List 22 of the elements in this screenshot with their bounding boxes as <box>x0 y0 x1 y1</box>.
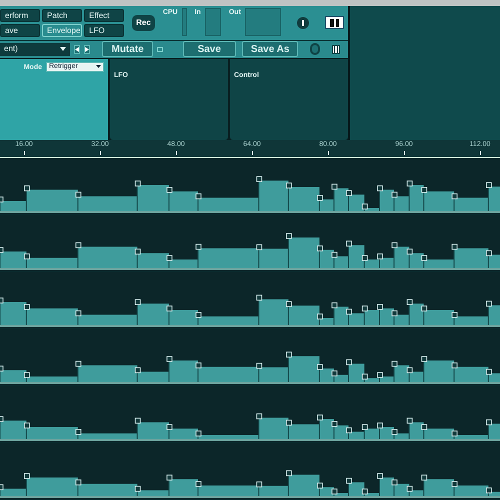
caret-icon <box>60 47 66 52</box>
level-meter <box>204 8 221 36</box>
logo-icon[interactable] <box>324 16 344 30</box>
tab[interactable]: LFO <box>84 24 124 37</box>
level-meter <box>182 8 187 36</box>
knob-icon[interactable] <box>310 43 320 56</box>
warning-icon[interactable] <box>296 16 309 29</box>
level-meter <box>244 8 281 36</box>
tab[interactable]: ave <box>0 24 40 37</box>
caret-icon <box>96 65 101 68</box>
next-button[interactable] <box>84 44 90 54</box>
tab[interactable]: Envelope <box>42 24 82 37</box>
previous-button[interactable] <box>74 44 80 54</box>
preset-dropdown[interactable]: ent) <box>0 42 70 56</box>
rec-button[interactable]: Rec <box>132 14 155 31</box>
tab[interactable]: Patch <box>42 8 82 22</box>
save-button[interactable]: Save <box>182 41 236 58</box>
tab[interactable]: Effect <box>84 8 124 22</box>
mutate-button[interactable]: Mutate <box>102 41 153 58</box>
save-button[interactable]: Save As <box>242 41 298 58</box>
tab[interactable]: erform <box>0 8 40 22</box>
keyboard-icon[interactable] <box>332 44 340 54</box>
